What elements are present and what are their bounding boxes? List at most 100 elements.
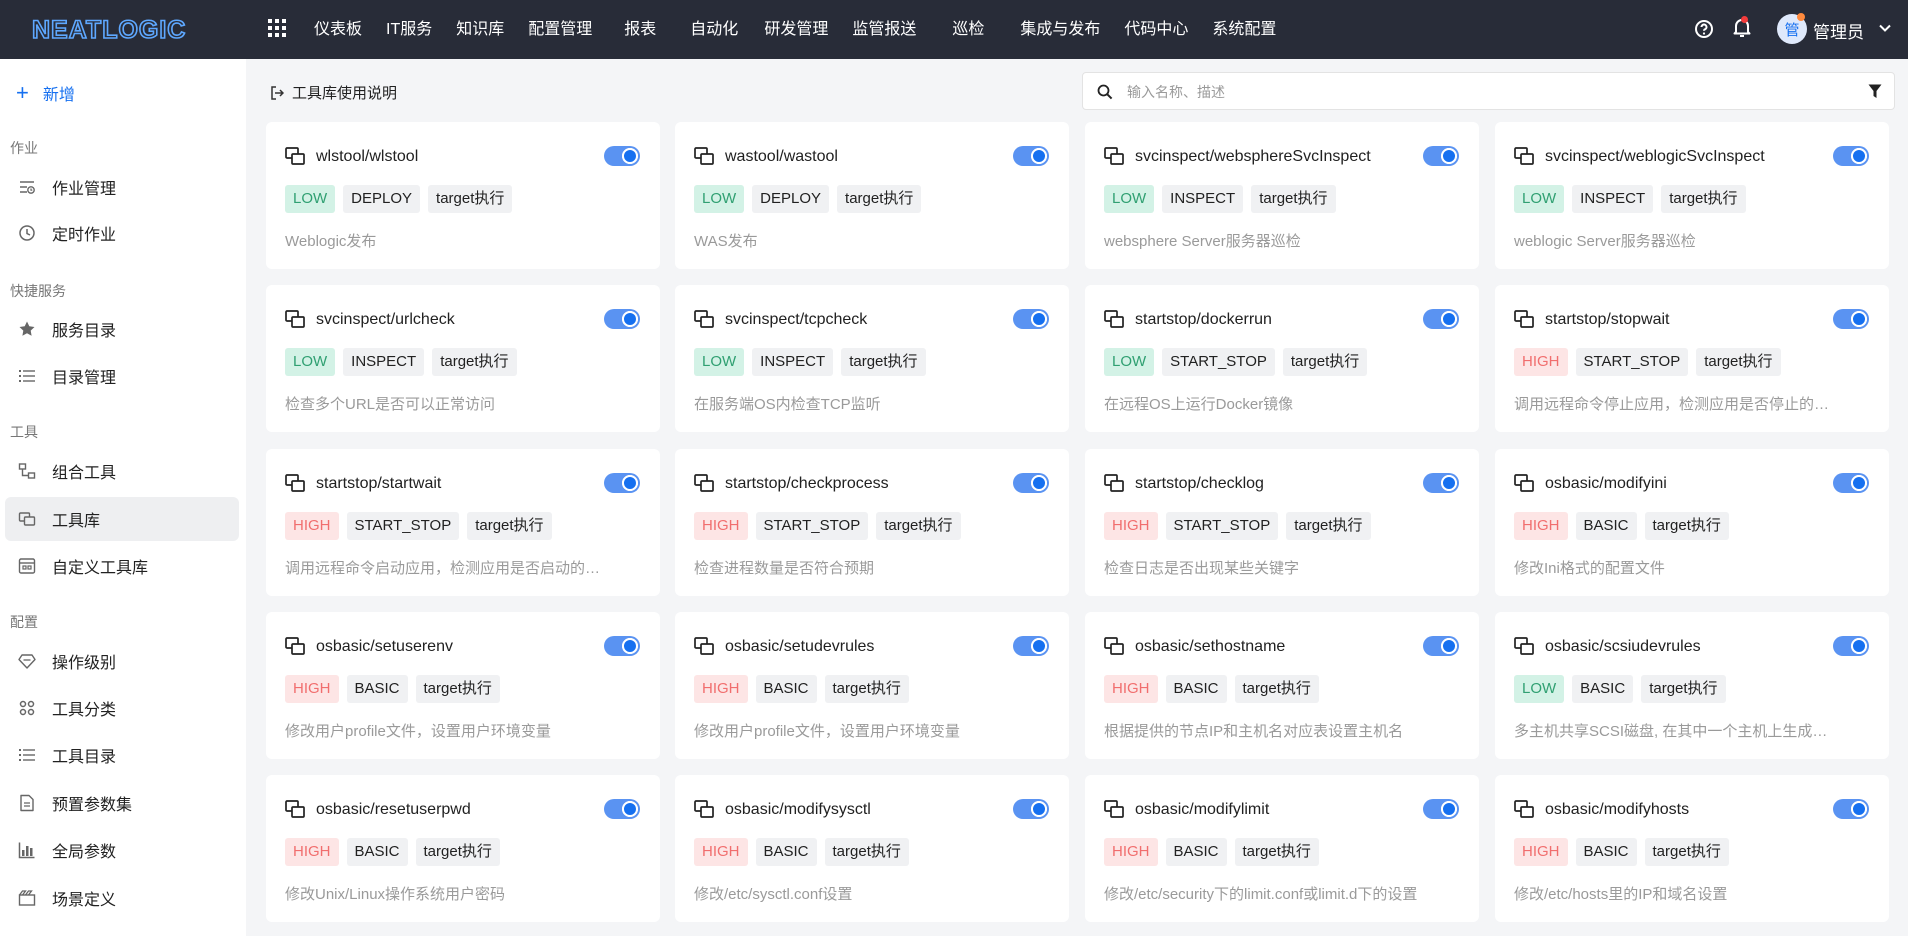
- sidebar-item-toolbox[interactable]: 工具库: [5, 497, 239, 541]
- neatlogic-logo[interactable]: NEATLOGIC: [32, 14, 212, 44]
- tool-type-tag: START_STOP: [755, 512, 869, 540]
- tool-card[interactable]: svcinspect/urlcheck LOW INSPECT target执行…: [266, 285, 660, 432]
- nav-cmdb[interactable]: 配置管理: [516, 0, 604, 59]
- filter-icon[interactable]: [1868, 84, 1882, 99]
- help-icon[interactable]: [1692, 17, 1716, 41]
- tool-card[interactable]: osbasic/resetuserpwd HIGH BASIC target执行…: [266, 775, 660, 922]
- tool-card[interactable]: osbasic/modifylimit HIGH BASIC target执行 …: [1085, 775, 1479, 922]
- chevron-down-icon[interactable]: [1878, 21, 1892, 35]
- apps-grid-icon[interactable]: [266, 17, 288, 39]
- tool-icon: [1104, 310, 1124, 328]
- nav-dashboard[interactable]: 仪表板: [302, 0, 374, 59]
- nav-automation[interactable]: 自动化: [676, 0, 752, 59]
- sidebar-item-tool-catalog[interactable]: 工具目录: [5, 733, 239, 777]
- nav-integration[interactable]: 集成与发布: [1008, 0, 1112, 59]
- tool-card[interactable]: wlstool/wlstool LOW DEPLOY target执行 Webl…: [266, 122, 660, 269]
- sidebar-item-scene-definition[interactable]: 场景定义: [5, 876, 239, 920]
- sidebar-item-tool-category[interactable]: 工具分类: [5, 686, 239, 730]
- tool-card-title[interactable]: startstop/dockerrun: [1135, 311, 1272, 329]
- enable-toggle[interactable]: [1423, 799, 1459, 819]
- nav-rd[interactable]: 研发管理: [752, 0, 840, 59]
- tool-card-title[interactable]: svcinspect/weblogicSvcInspect: [1545, 148, 1765, 166]
- enable-toggle[interactable]: [1833, 146, 1869, 166]
- enable-toggle[interactable]: [1013, 146, 1049, 166]
- enable-toggle[interactable]: [1013, 309, 1049, 329]
- tool-card[interactable]: osbasic/modifyini HIGH BASIC target执行 修改…: [1495, 449, 1889, 596]
- sidebar-item-combined-tools[interactable]: 组合工具: [5, 449, 239, 493]
- risk-level-tag: LOW: [694, 185, 745, 213]
- nav-regulatory[interactable]: 监管报送: [840, 0, 928, 59]
- tool-card[interactable]: osbasic/modifyhosts HIGH BASIC target执行 …: [1495, 775, 1889, 922]
- enable-toggle[interactable]: [1833, 799, 1869, 819]
- tool-card[interactable]: wastool/wastool LOW DEPLOY target执行 WAS发…: [675, 122, 1069, 269]
- tool-card-title[interactable]: osbasic/setuserenv: [316, 638, 453, 656]
- tool-card[interactable]: svcinspect/websphereSvcInspect LOW INSPE…: [1085, 122, 1479, 269]
- sidebar-item-preset-params[interactable]: 预置参数集: [5, 781, 239, 825]
- tool-card-title[interactable]: osbasic/modifyini: [1545, 475, 1667, 493]
- sidebar-item-service-catalog[interactable]: 服务目录: [5, 307, 239, 351]
- tool-card[interactable]: osbasic/setuserenv HIGH BASIC target执行 修…: [266, 612, 660, 759]
- toolbox-help-link[interactable]: 工具库使用说明: [270, 82, 397, 103]
- nav-system[interactable]: 系统配置: [1200, 0, 1288, 59]
- nav-it-service[interactable]: IT服务: [374, 0, 444, 59]
- enable-toggle[interactable]: [604, 309, 640, 329]
- enable-toggle[interactable]: [1013, 799, 1049, 819]
- enable-toggle[interactable]: [604, 799, 640, 819]
- tool-card[interactable]: startstop/dockerrun LOW START_STOP targe…: [1085, 285, 1479, 432]
- enable-toggle[interactable]: [604, 146, 640, 166]
- enable-toggle[interactable]: [1423, 636, 1459, 656]
- sidebar-item-operation-level[interactable]: 操作级别: [5, 639, 239, 683]
- tool-card-description: 检查多个URL是否可以正常访问: [285, 396, 496, 413]
- tool-card-title[interactable]: startstop/checkprocess: [725, 475, 889, 493]
- tool-card-title[interactable]: svcinspect/tcpcheck: [725, 311, 867, 329]
- tool-card[interactable]: osbasic/setudevrules HIGH BASIC target执行…: [675, 612, 1069, 759]
- tool-card-title[interactable]: startstop/stopwait: [1545, 311, 1670, 329]
- enable-toggle[interactable]: [604, 636, 640, 656]
- tool-card-title[interactable]: osbasic/modifysysctl: [725, 801, 871, 819]
- user-name[interactable]: 管理员: [1813, 18, 1864, 43]
- tool-card-title[interactable]: svcinspect/urlcheck: [316, 311, 455, 329]
- sidebar-item-custom-toolbox[interactable]: 自定义工具库: [5, 544, 239, 588]
- tool-card-title[interactable]: wlstool/wlstool: [316, 148, 418, 166]
- tool-card-title[interactable]: osbasic/modifylimit: [1135, 801, 1269, 819]
- sidebar-item-job-management[interactable]: 作业管理: [5, 165, 239, 209]
- tool-card-title[interactable]: osbasic/scsiudevrules: [1545, 638, 1701, 656]
- tool-card[interactable]: svcinspect/tcpcheck LOW INSPECT target执行…: [675, 285, 1069, 432]
- enable-toggle[interactable]: [1833, 309, 1869, 329]
- sidebar-item-catalog-management[interactable]: 目录管理: [5, 354, 239, 398]
- tool-card-title[interactable]: osbasic/resetuserpwd: [316, 801, 471, 819]
- enable-toggle[interactable]: [1423, 473, 1459, 493]
- tool-card-title[interactable]: startstop/startwait: [316, 475, 441, 493]
- tool-card[interactable]: startstop/checkprocess HIGH START_STOP t…: [675, 449, 1069, 596]
- tool-card[interactable]: osbasic/modifysysctl HIGH BASIC target执行…: [675, 775, 1069, 922]
- sidebar-item-scheduled-job[interactable]: 定时作业: [5, 211, 239, 255]
- tool-card[interactable]: startstop/startwait HIGH START_STOP targ…: [266, 449, 660, 596]
- tool-card[interactable]: osbasic/scsiudevrules LOW BASIC target执行…: [1495, 612, 1889, 759]
- tool-card-title[interactable]: startstop/checklog: [1135, 475, 1264, 493]
- nav-knowledge[interactable]: 知识库: [444, 0, 516, 59]
- enable-toggle[interactable]: [1833, 636, 1869, 656]
- enable-toggle[interactable]: [1423, 146, 1459, 166]
- tool-card[interactable]: osbasic/sethostname HIGH BASIC target执行 …: [1085, 612, 1479, 759]
- tool-card[interactable]: startstop/stopwait HIGH START_STOP targe…: [1495, 285, 1889, 432]
- tool-card-title[interactable]: osbasic/setudevrules: [725, 638, 874, 656]
- tool-tags: HIGH START_STOP target执行: [694, 512, 969, 540]
- enable-toggle[interactable]: [604, 473, 640, 493]
- nav-code[interactable]: 代码中心: [1112, 0, 1200, 59]
- tool-card-title[interactable]: osbasic/modifyhosts: [1545, 801, 1689, 819]
- enable-toggle[interactable]: [1833, 473, 1869, 493]
- tool-card[interactable]: svcinspect/weblogicSvcInspect LOW INSPEC…: [1495, 122, 1889, 269]
- nav-report[interactable]: 报表: [604, 0, 676, 59]
- enable-toggle[interactable]: [1423, 309, 1459, 329]
- enable-toggle[interactable]: [1013, 473, 1049, 493]
- enable-toggle[interactable]: [1013, 636, 1049, 656]
- tool-card-title[interactable]: svcinspect/websphereSvcInspect: [1135, 148, 1371, 166]
- tool-card-title[interactable]: wastool/wastool: [725, 148, 838, 166]
- tool-card-title[interactable]: osbasic/sethostname: [1135, 638, 1285, 656]
- search-input[interactable]: [1127, 79, 1827, 105]
- sidebar-item-global-params[interactable]: 全局参数: [5, 828, 239, 872]
- add-button[interactable]: + 新增: [16, 81, 75, 105]
- toggle-knob: [1441, 148, 1457, 164]
- nav-inspection[interactable]: 巡检: [928, 0, 1008, 59]
- tool-card[interactable]: startstop/checklog HIGH START_STOP targe…: [1085, 449, 1479, 596]
